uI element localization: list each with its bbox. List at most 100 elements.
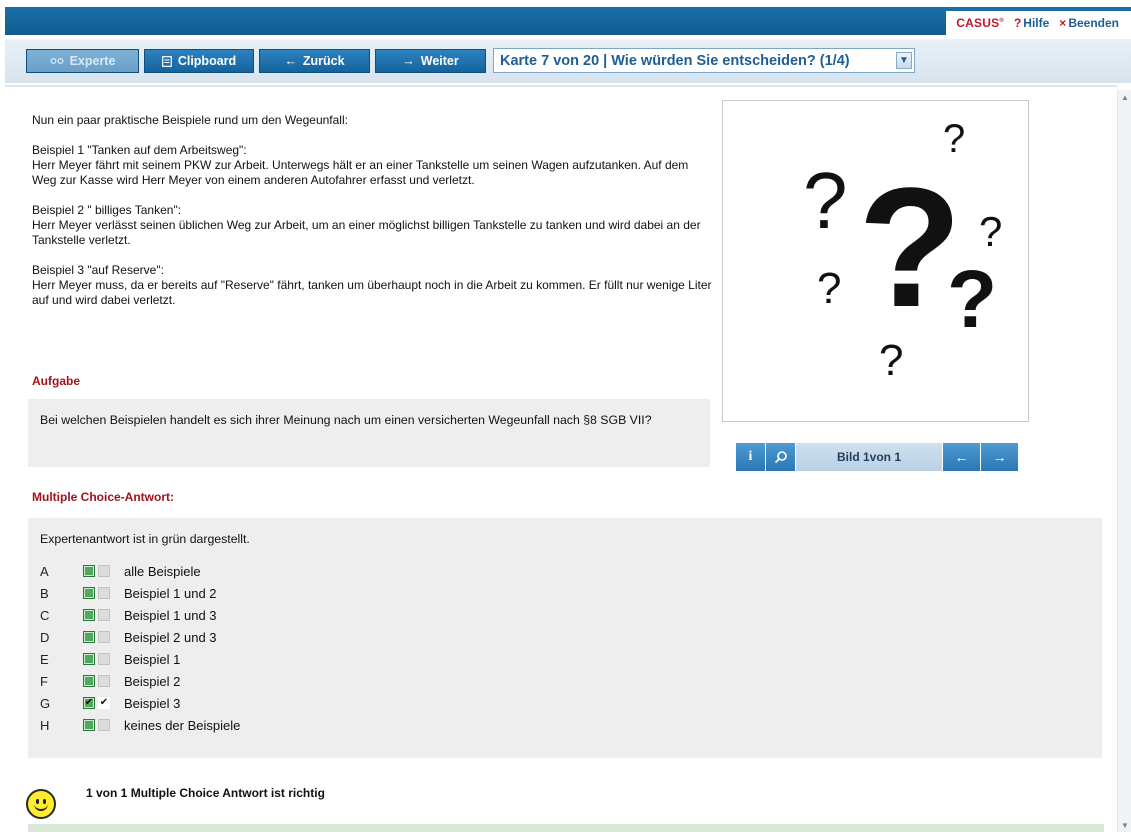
question-mark-glyph: ? [947,254,998,345]
task-text: Bei welchen Beispielen handelt es sich i… [40,413,652,427]
result-rest: Multiple Choice Antwort ist richtig [127,786,325,800]
example-2-title: Beispiel 2 " billiges Tanken": [32,203,182,217]
mc-option-label: Beispiel 1 und 2 [124,585,217,601]
toolbar-background: Experte Clipboard ← Zurück → Weiter Kart… [5,39,1131,83]
mc-option-letter: C [40,607,50,623]
image-counter: Bild 1 von 1 [796,443,943,471]
user-checkbox[interactable] [98,631,110,643]
feedback-band [28,824,1104,832]
expert-checkbox [83,631,95,643]
result-text: 1 von 1 Multiple Choice Antwort ist rich… [86,786,325,800]
expert-checkbox [83,675,95,687]
toolbar: Experte Clipboard ← Zurück → Weiter Kart… [5,35,1131,87]
mc-heading: Multiple Choice-Antwort: [32,490,174,504]
example-1: Beispiel 1 "Tanken auf dem Arbeitsweg": … [32,143,712,188]
mc-option-letter: E [40,651,49,667]
question-marks-image[interactable]: ? ? ? ? ? ? ? [733,111,1019,411]
mc-option-label: Beispiel 1 und 3 [124,607,217,623]
scroll-up-icon[interactable]: ▲ [1118,90,1131,104]
zoom-icon[interactable] [766,443,796,471]
mc-option-letter: A [40,563,49,579]
mc-option-letter: D [40,629,50,645]
top-strip [0,0,1131,7]
expert-label: Experte [69,54,116,68]
chevron-down-icon[interactable]: ▼ [896,52,912,69]
user-checkbox[interactable] [98,719,110,731]
back-button[interactable]: ← Zurück [259,49,370,73]
next-button[interactable]: → Weiter [375,49,486,73]
mc-option-letter: B [40,585,49,601]
mc-options: Aalle Beispiele B Beispiel 1 und 2 C Beispie… [40,560,1090,736]
expert-icon [50,57,64,65]
clipboard-icon [161,55,172,67]
example-1-text: Herr Meyer fährt mit seinem PKW zur Arbe… [32,158,689,187]
mc-option-letter: H [40,717,50,733]
help-label: Hilfe [1023,16,1050,30]
question-icon: ? [1013,16,1022,30]
smiley-icon [26,789,56,819]
prev-image-icon[interactable]: ← [943,443,981,471]
expert-checkbox [83,719,95,731]
header-links: CASUS® ? Hilfe × Beenden [946,11,1131,35]
user-checkbox[interactable] [98,609,110,621]
intro-text: Nun ein paar praktische Beispiele rund u… [32,113,712,323]
mc-option-label: alle Beispiele [124,563,201,579]
mc-option-row: G ✔ ✔ Beispiel 3 [40,692,1090,714]
example-1-title: Beispiel 1 "Tanken auf dem Arbeitsweg": [32,143,247,157]
expert-checkbox [83,653,95,665]
user-checkbox[interactable] [98,675,110,687]
mc-option-row: Hkeines der Beispiele [40,714,1090,736]
mc-option-letter: G [40,695,51,711]
mc-note: Expertenantwort ist in grün dargestellt. [40,532,250,546]
help-link[interactable]: ? Hilfe [1014,16,1049,30]
user-checkbox[interactable]: ✔ [98,697,110,709]
exit-label: Beenden [1068,16,1119,30]
mc-option-row: Aalle Beispiele [40,560,1090,582]
question-mark-glyph: ? [879,336,904,385]
arrow-right-icon: → [402,54,415,68]
next-image-icon[interactable]: → [981,443,1019,471]
user-checkbox[interactable] [98,587,110,599]
clipboard-button[interactable]: Clipboard [144,49,254,73]
mc-option-label: Beispiel 3 [124,695,181,711]
scroll-down-icon[interactable]: ▼ [1118,818,1131,832]
user-checkbox[interactable] [98,565,110,577]
mc-option-row: C Beispiel 1 und 3 [40,604,1090,626]
image-counter-bold: Bild 1 [836,450,870,464]
mc-option-label: keines der Beispiele [124,717,241,733]
image-controls: i Bild 1 von 1 ← → [736,443,1019,471]
expert-checkbox [83,609,95,621]
mc-option-letter: F [40,673,48,689]
task-box: Bei welchen Beispielen handelt es sich i… [28,399,710,467]
result-count: 1 von 1 [86,786,128,800]
close-icon: × [1059,16,1067,30]
task-heading: Aufgabe [32,374,80,388]
example-2: Beispiel 2 " billiges Tanken": Herr Meye… [32,203,712,248]
question-mark-glyph: ? [979,208,1003,255]
exit-link[interactable]: × Beenden [1059,16,1119,30]
card-select-value: Karte 7 von 20 | Wie würden Sie entschei… [500,52,850,69]
example-2-text: Herr Meyer verlässt seinen üblichen Weg … [32,218,701,247]
expert-checkbox: ✔ [83,697,95,709]
result-row: 1 von 1 Multiple Choice Antwort ist rich… [26,786,325,819]
mc-option-row: E Beispiel 1 [40,648,1090,670]
image-frame: ? ? ? ? ? ? ? [722,100,1029,422]
next-label: Weiter [420,54,459,68]
image-counter-rest: von 1 [869,450,901,464]
example-3: Beispiel 3 "auf Reserve": Herr Meyer mus… [32,263,712,308]
casus-logo: CASUS® [956,16,1004,30]
mc-option-row: F Beispiel 2 [40,670,1090,692]
scrollbar[interactable]: ▲ ▼ [1117,90,1131,832]
expert-button[interactable]: Experte [26,49,139,73]
intro-lead: Nun ein paar praktische Beispiele rund u… [32,113,348,127]
question-mark-glyph: ? [803,156,848,245]
content-area: Nun ein paar praktische Beispiele rund u… [8,90,1117,832]
info-icon[interactable]: i [736,443,766,471]
back-label: Zurück [302,54,345,68]
card-select[interactable]: Karte 7 von 20 | Wie würden Sie entschei… [493,48,915,73]
expert-checkbox [83,565,95,577]
mc-option-row: D Beispiel 2 und 3 [40,626,1090,648]
mc-option-row: B Beispiel 1 und 2 [40,582,1090,604]
user-checkbox[interactable] [98,653,110,665]
clipboard-label: Clipboard [177,54,237,68]
